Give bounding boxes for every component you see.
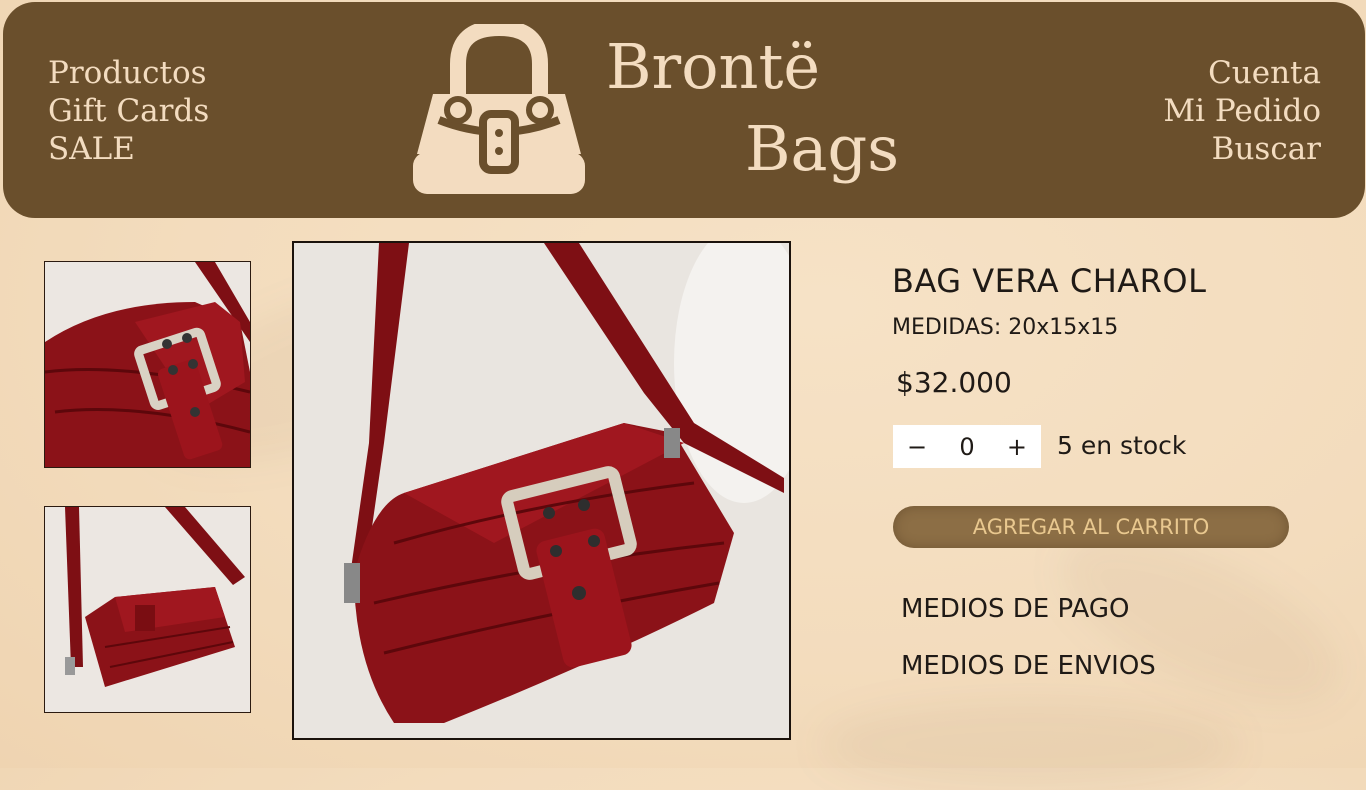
nav-buscar[interactable]: Buscar <box>1163 130 1321 168</box>
nav-left: Productos Gift Cards SALE <box>48 54 209 168</box>
nav-productos[interactable]: Productos <box>48 54 209 92</box>
nav-sale[interactable]: SALE <box>48 130 209 168</box>
shipping-methods-link[interactable]: MEDIOS DE ENVIOS <box>901 651 1156 681</box>
nav-mi-pedido[interactable]: Mi Pedido <box>1163 92 1321 130</box>
bag-photo-side <box>45 507 250 712</box>
brand-name-line2: Bags <box>745 112 900 185</box>
nav-gift-cards[interactable]: Gift Cards <box>48 92 209 130</box>
product-title: BAG VERA CHAROL <box>892 262 1207 300</box>
product-thumbnail-2[interactable] <box>44 506 251 713</box>
qty-decrease-button[interactable]: − <box>907 433 927 461</box>
product-price: $32.000 <box>896 366 1012 399</box>
bag-photo-closeup <box>45 262 250 467</box>
nav-right: Cuenta Mi Pedido Buscar <box>1163 54 1321 168</box>
qty-value[interactable]: 0 <box>959 433 974 461</box>
quantity-stepper[interactable]: − 0 + <box>893 425 1041 468</box>
product-measures: MEDIDAS: 20x15x15 <box>892 315 1119 340</box>
product-thumbnail-1[interactable] <box>44 261 251 468</box>
nav-cuenta[interactable]: Cuenta <box>1163 54 1321 92</box>
bag-photo-main <box>294 243 789 738</box>
stock-status: 5 en stock <box>1057 431 1187 460</box>
payment-methods-link[interactable]: MEDIOS DE PAGO <box>901 594 1129 624</box>
handbag-icon[interactable] <box>411 24 587 196</box>
add-to-cart-button[interactable]: AGREGAR AL CARRITO <box>893 506 1289 548</box>
site-header: Productos Gift Cards SALE Brontë Bags Cu… <box>3 2 1365 218</box>
qty-increase-button[interactable]: + <box>1007 433 1027 461</box>
product-main-image[interactable] <box>292 241 791 740</box>
brand-name-line1: Brontë <box>606 30 821 103</box>
